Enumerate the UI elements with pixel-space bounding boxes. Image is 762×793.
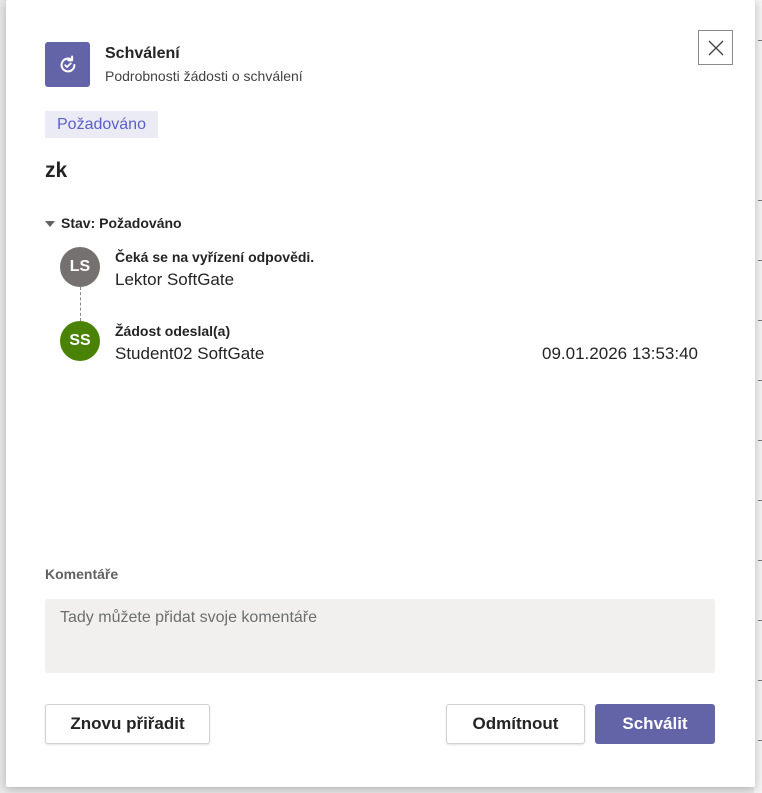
avatar: LS xyxy=(60,247,100,287)
timeline-step-person: Lektor SoftGate xyxy=(115,270,235,289)
status-badge: Požadováno xyxy=(45,111,158,138)
background-edge xyxy=(754,0,762,793)
close-icon xyxy=(708,40,723,55)
dialog-title: Schválení xyxy=(105,45,180,62)
timeline-step-timestamp: 09.01.2026 13:53:40 xyxy=(542,344,698,363)
approve-button[interactable]: Schválit xyxy=(595,704,715,744)
caret-down-icon xyxy=(45,220,55,227)
avatar: SS xyxy=(60,321,100,361)
timeline-connector xyxy=(80,287,81,321)
approval-dialog: Schválení Podrobnosti žádosti o schválen… xyxy=(6,0,755,787)
comments-label: Komentáře xyxy=(45,566,119,582)
refresh-icon xyxy=(60,55,75,72)
approvals-app-icon xyxy=(45,42,90,87)
status-section-label: Stav: Požadováno xyxy=(61,215,182,231)
close-button[interactable] xyxy=(698,30,733,65)
comments-input[interactable] xyxy=(45,599,715,673)
timeline-step-person: Student02 SoftGate xyxy=(115,344,265,363)
dialog-subtitle: Podrobnosti žádosti o schválení xyxy=(105,68,303,84)
status-section-toggle[interactable]: Stav: Požadováno xyxy=(45,215,182,231)
reassign-button[interactable]: Znovu přiřadit xyxy=(45,704,210,744)
timeline-step-label: Čeká se na vyřízení odpovědi. xyxy=(115,249,315,265)
timeline-step-label: Žádost odeslal(a) xyxy=(115,323,231,339)
reject-button[interactable]: Odmítnout xyxy=(446,704,585,744)
request-title: zk xyxy=(45,159,68,182)
